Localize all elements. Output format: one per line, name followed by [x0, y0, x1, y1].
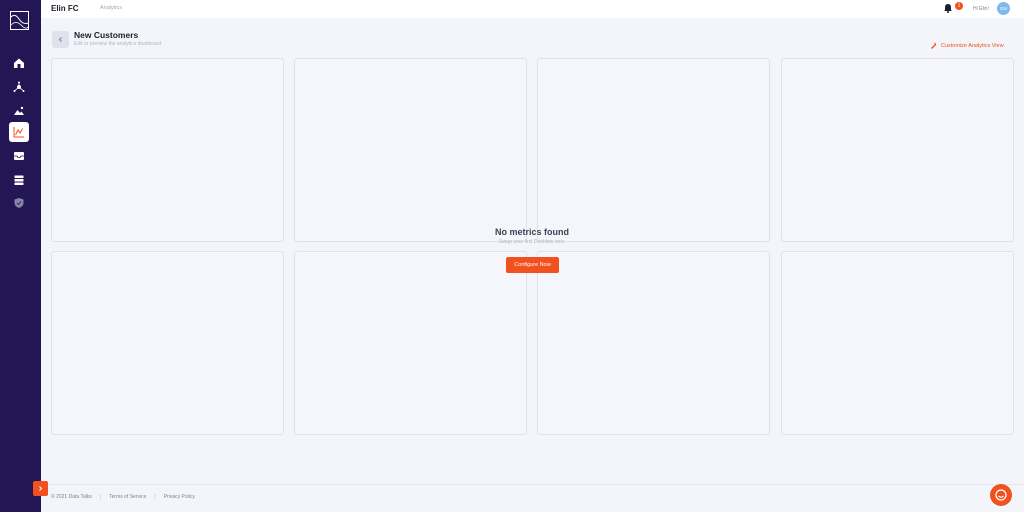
footer-separator: |	[99, 494, 102, 500]
dashlet-placeholder	[781, 251, 1014, 435]
chevron-left-icon	[58, 37, 62, 42]
sidebar-expand-button[interactable]	[33, 481, 48, 496]
customize-label: Customize Analytics View	[941, 42, 1004, 49]
avatar[interactable]: EM	[997, 2, 1010, 15]
shield-icon	[14, 198, 24, 208]
dashlet-placeholder	[781, 58, 1014, 242]
dashlet-placeholder	[294, 251, 527, 435]
footer-divider	[41, 484, 1024, 485]
sidebar-item-analytics[interactable]	[9, 122, 29, 142]
breadcrumb[interactable]: Analytics	[100, 5, 122, 11]
empty-state-title: No metrics found	[494, 227, 569, 237]
footer-privacy-link[interactable]: Privacy Policy	[164, 494, 195, 500]
sidebar-item-inbox[interactable]	[9, 146, 29, 166]
sidebar-item-security[interactable]	[9, 193, 29, 213]
top-bar: Elin FC Analytics 1 Hi Elin! EM	[41, 0, 1024, 18]
dashlet-placeholder	[537, 58, 770, 242]
chevron-right-icon	[39, 486, 43, 491]
notification-badge: 1	[955, 2, 963, 10]
dashlet-placeholder	[537, 251, 770, 435]
chat-launcher-button[interactable]	[990, 484, 1012, 506]
chart-icon	[13, 127, 24, 138]
inbox-icon	[14, 152, 24, 160]
customize-analytics-link[interactable]: Customize Analytics View	[930, 42, 1004, 49]
logo-icon[interactable]	[10, 11, 29, 30]
sidebar-item-home[interactable]	[9, 53, 29, 73]
bell-icon[interactable]	[943, 3, 953, 13]
footer-separator: |	[154, 494, 156, 500]
back-button[interactable]	[52, 31, 69, 48]
footer-copyright: © 2021 Data Talks	[51, 494, 92, 500]
user-greeting: Hi Elin!	[973, 5, 989, 12]
footer: © 2021 Data Talks | Terms of Service | P…	[51, 494, 195, 500]
configure-now-button[interactable]: Configure Now	[506, 257, 559, 273]
sidebar-item-network[interactable]	[9, 77, 29, 97]
sidebar-item-landscape[interactable]	[9, 101, 29, 121]
empty-state: No metrics found Setup your first Dashle…	[452, 227, 612, 245]
dashlet-placeholder	[294, 58, 527, 242]
dashlet-placeholder	[51, 251, 284, 435]
empty-state-subtitle: Setup your first Dashlets now.	[498, 239, 566, 245]
network-icon	[13, 81, 25, 92]
page-title: New Customers	[74, 30, 139, 40]
sidebar-item-database[interactable]	[9, 170, 29, 190]
landscape-icon	[14, 106, 24, 115]
page-subtitle: Edit or preview the analytics dashboard	[74, 41, 162, 47]
sidebar	[0, 0, 41, 512]
chat-icon	[995, 489, 1007, 501]
brand-name[interactable]: Elin FC	[51, 4, 79, 13]
database-icon	[14, 175, 24, 185]
dashlet-placeholder	[51, 58, 284, 242]
footer-terms-link[interactable]: Terms of Service	[109, 494, 146, 500]
brush-icon	[931, 42, 937, 49]
home-icon	[14, 58, 24, 68]
